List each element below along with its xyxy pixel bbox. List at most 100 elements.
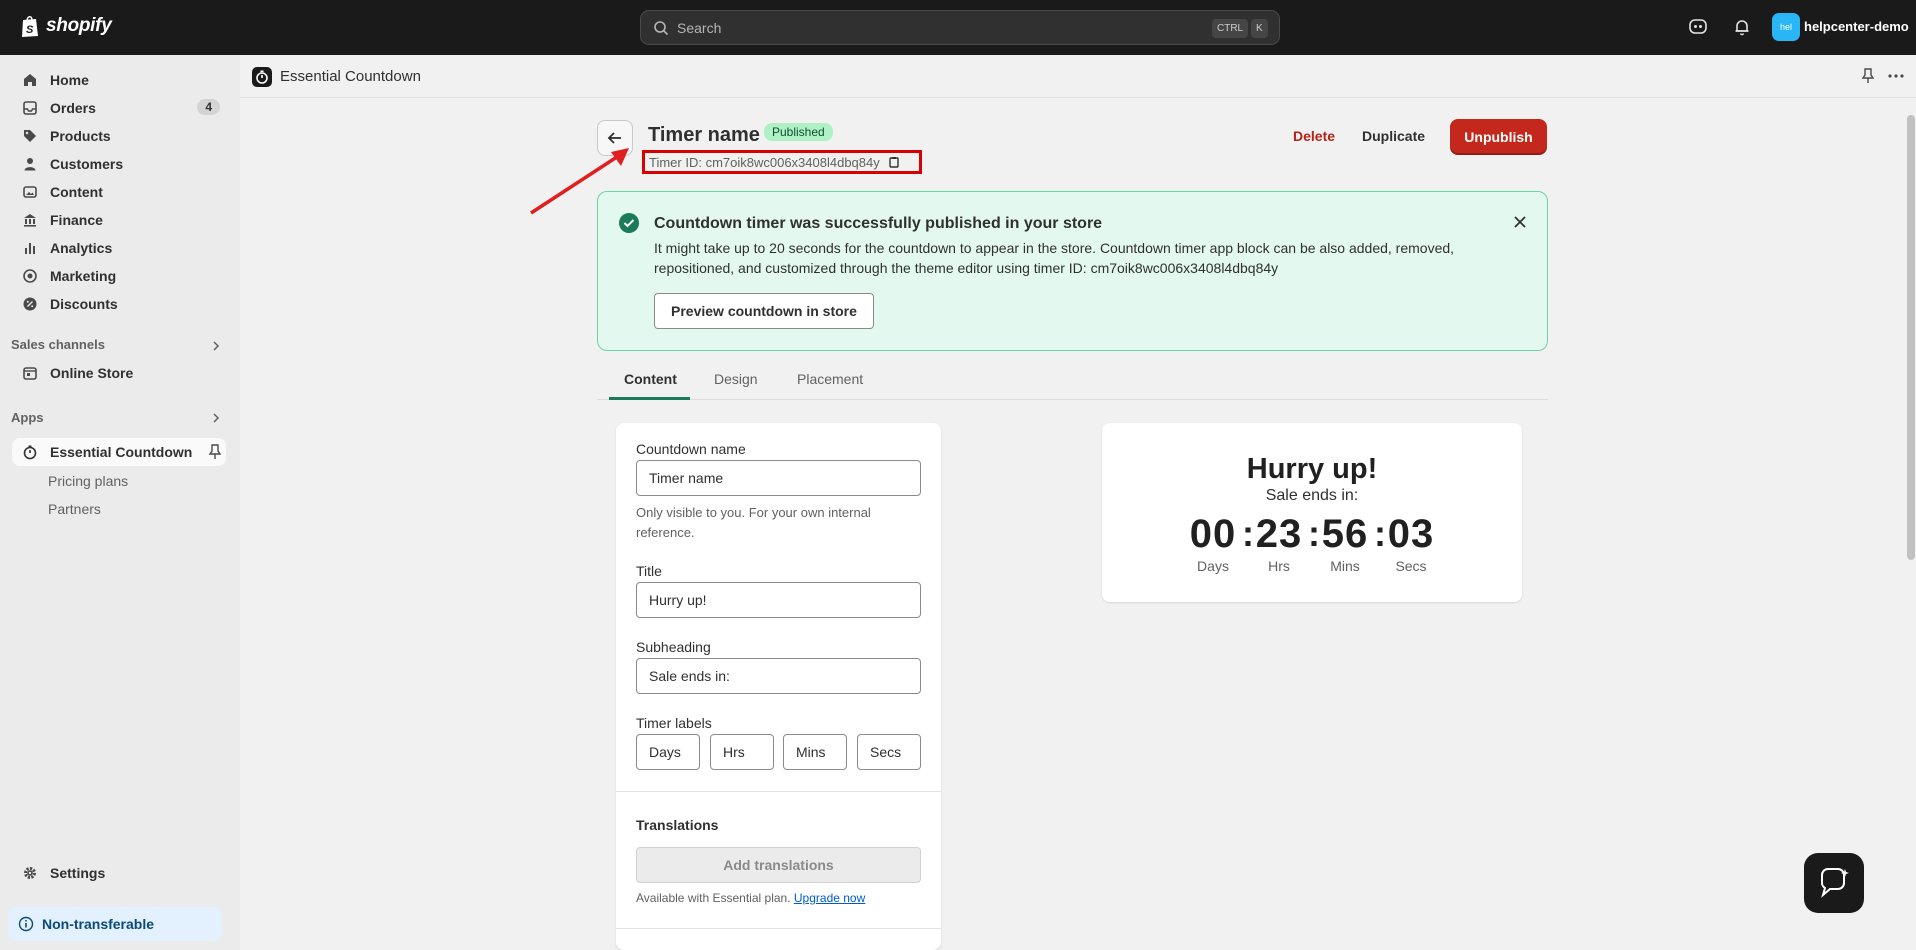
search-icon: [654, 20, 669, 35]
shopify-logo[interactable]: S shopify: [20, 14, 112, 38]
image-icon: [23, 186, 37, 198]
sidebar-item-content[interactable]: Content: [12, 178, 226, 206]
store-icon: [23, 367, 37, 380]
secs-label-input[interactable]: Secs: [857, 734, 921, 770]
title-input[interactable]: Hurry up!: [636, 582, 921, 618]
sidebar-item-settings[interactable]: Settings: [12, 859, 226, 887]
main-content: Essential Countdown Timer name Published…: [240, 55, 1916, 950]
sidebar-item-home[interactable]: Home: [12, 66, 226, 94]
person-icon: [24, 158, 36, 171]
sidebar-item-pricing-plans[interactable]: Pricing plans: [48, 473, 128, 489]
scrollbar-thumb[interactable]: [1907, 115, 1915, 560]
tab-design[interactable]: Design: [714, 371, 758, 387]
sidebar: Home Orders 4 Products Customers Content…: [0, 55, 240, 950]
pin-icon[interactable]: [1860, 68, 1876, 84]
sidebar-item-label: Discounts: [50, 296, 118, 312]
search-bar[interactable]: Search CTRL K: [640, 10, 1280, 45]
page-title: Timer name: [648, 124, 760, 146]
days-label-input[interactable]: Days: [636, 734, 700, 770]
success-banner: Countdown timer was successfully publish…: [597, 191, 1548, 351]
banner-title: Countdown timer was successfully publish…: [654, 215, 1103, 232]
timer-unit-secs: 03 Secs: [1382, 512, 1440, 574]
target-icon: [23, 269, 37, 283]
delete-button[interactable]: Delete: [1293, 128, 1335, 144]
search-placeholder: Search: [677, 19, 722, 36]
sidebar-item-online-store[interactable]: Online Store: [12, 359, 226, 387]
sidebar-item-analytics[interactable]: Analytics: [12, 234, 226, 262]
scrollbar[interactable]: [1906, 115, 1916, 950]
gear-icon: [24, 867, 36, 879]
sidebar-item-label: Finance: [50, 212, 103, 228]
timer-unit-hrs: 23 Hrs: [1250, 512, 1308, 574]
unpublish-button[interactable]: Unpublish: [1450, 119, 1547, 155]
shopify-bag-icon: S: [22, 16, 38, 37]
bank-icon: [24, 214, 36, 227]
timer-separator: :: [1374, 513, 1386, 554]
plan-note: Available with Essential plan. Upgrade n…: [636, 891, 865, 905]
chevron-right-icon[interactable]: [210, 340, 222, 352]
title-label: Title: [636, 563, 662, 579]
add-translations-button[interactable]: Add translations: [636, 847, 921, 883]
subheading-input[interactable]: Sale ends in:: [636, 658, 921, 694]
pin-icon[interactable]: [208, 444, 222, 460]
bell-icon[interactable]: [1732, 17, 1752, 37]
divider: [616, 791, 941, 792]
timer-value: 00: [1189, 512, 1237, 556]
sidebar-item-label: Settings: [50, 865, 106, 881]
timer-unit-days: 00 Days: [1184, 512, 1242, 574]
sidebar-item-orders[interactable]: Orders 4: [12, 94, 226, 122]
check-circle-icon: [619, 213, 639, 233]
apps-label: Apps: [11, 410, 44, 425]
chevron-right-icon[interactable]: [210, 412, 222, 424]
non-transferable-banner[interactable]: Non-transferable: [8, 907, 222, 941]
upgrade-now-link[interactable]: Upgrade now: [794, 891, 865, 905]
info-icon: [18, 916, 34, 932]
sidebar-item-marketing[interactable]: Marketing: [12, 262, 226, 290]
countdown-name-label: Countdown name: [636, 441, 746, 457]
tab-placement[interactable]: Placement: [797, 371, 863, 387]
sidebar-item-partners[interactable]: Partners: [48, 501, 101, 517]
close-icon[interactable]: [1513, 215, 1527, 229]
stopwatch-icon: [256, 70, 268, 84]
sidebar-item-discounts[interactable]: Discounts: [12, 290, 226, 318]
sidebar-item-finance[interactable]: Finance: [12, 206, 226, 234]
duplicate-button[interactable]: Duplicate: [1362, 128, 1425, 144]
hrs-label-input[interactable]: Hrs: [710, 734, 774, 770]
tab-bar: Content Design Placement: [597, 359, 1548, 400]
non-transferable-label: Non-transferable: [42, 916, 155, 932]
countdown-name-help: Only visible to you. For your own intern…: [636, 505, 871, 540]
copy-icon[interactable]: [888, 156, 900, 168]
preview-title: Hurry up!: [1246, 453, 1378, 485]
stopwatch-icon: [23, 445, 37, 460]
status-badge: Published: [764, 123, 833, 141]
tab-content[interactable]: Content: [624, 371, 677, 387]
store-name[interactable]: helpcenter-demo: [1804, 19, 1909, 34]
sidebar-item-label: Essential Countdown: [50, 444, 193, 460]
app-title: Essential Countdown: [280, 68, 421, 85]
bar-chart-icon: [25, 243, 35, 254]
timer-value: 03: [1387, 512, 1435, 556]
divider: [616, 928, 941, 929]
countdown-name-input[interactable]: Timer name: [636, 460, 921, 496]
sidebar-item-products[interactable]: Products: [12, 122, 226, 150]
timer-value: 56: [1321, 512, 1369, 556]
home-icon: [24, 74, 36, 86]
sidebar-item-label: Orders: [50, 100, 96, 116]
preview-timer: 00 Days : 23 Hrs : 56 Mins : 03 Secs: [1102, 512, 1522, 574]
more-options-icon[interactable]: [1887, 68, 1905, 84]
sidebar-item-label: Analytics: [50, 240, 113, 256]
kbd-k: K: [1251, 19, 1268, 38]
preview-in-store-button[interactable]: Preview countdown in store: [654, 293, 874, 329]
mins-label-input[interactable]: Mins: [783, 734, 847, 770]
store-avatar[interactable]: hel: [1772, 13, 1800, 41]
timer-unit-label: Mins: [1330, 558, 1360, 574]
timer-unit-mins: 56 Mins: [1316, 512, 1374, 574]
sidekick-icon[interactable]: [1688, 17, 1708, 37]
kbd-ctrl: CTRL: [1212, 19, 1249, 38]
countdown-preview: Hurry up! Sale ends in: 00 Days : 23 Hrs…: [1102, 423, 1522, 602]
sidebar-item-essential-countdown[interactable]: Essential Countdown: [12, 438, 226, 466]
sidebar-item-customers[interactable]: Customers: [12, 150, 226, 178]
timer-id-text: Timer ID: cm7oik8wc006x3408l4dbq84y: [649, 154, 880, 170]
timer-unit-label: Days: [1197, 558, 1229, 574]
chat-support-button[interactable]: [1804, 853, 1864, 913]
